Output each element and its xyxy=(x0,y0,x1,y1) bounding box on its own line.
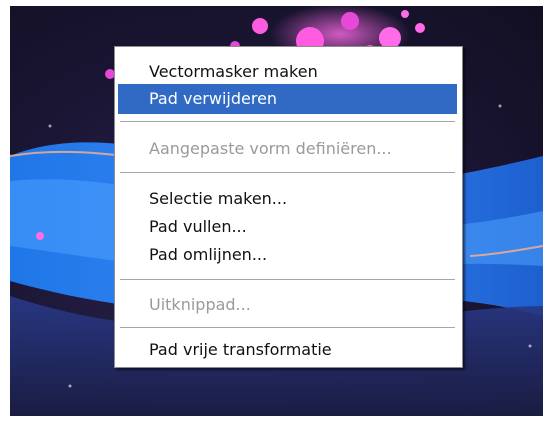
context-menu: Vectormasker maken Pad verwijderen Aange… xyxy=(114,46,463,368)
menu-item-fill-path[interactable]: Pad vullen... xyxy=(118,212,457,242)
menu-separator xyxy=(120,121,455,123)
menu-item-define-custom-shape: Aangepaste vorm definiëren... xyxy=(149,139,392,158)
menu-item-delete-path[interactable]: Pad verwijderen xyxy=(118,84,457,114)
document-canvas[interactable]: Vectormasker maken Pad verwijderen Aange… xyxy=(10,6,543,416)
menu-item-stroke-path[interactable]: Pad omlijnen... xyxy=(118,240,457,270)
menu-item-free-transform-path[interactable]: Pad vrije transformatie xyxy=(118,335,457,365)
menu-separator xyxy=(120,279,455,281)
menu-item-clipping-path: Uitknippad... xyxy=(149,295,251,314)
menu-separator xyxy=(120,172,455,174)
menu-item-make-selection[interactable]: Selectie maken... xyxy=(118,184,457,214)
menu-separator xyxy=(120,327,455,329)
menu-item-vector-mask[interactable]: Vectormasker maken xyxy=(118,57,457,87)
